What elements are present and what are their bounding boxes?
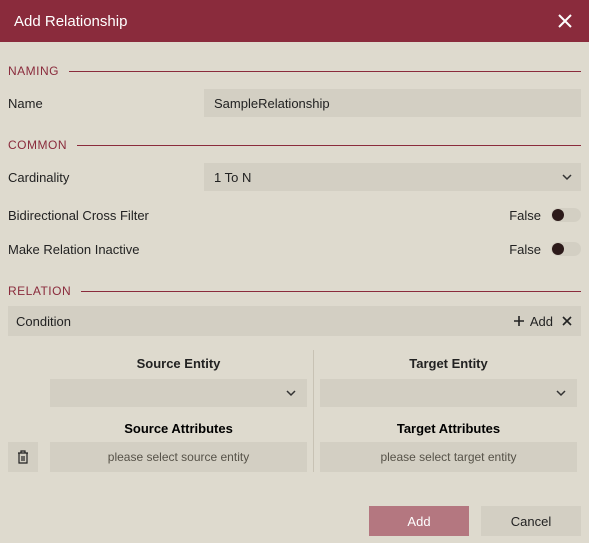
cardinality-select[interactable]: 1 To N	[204, 163, 581, 191]
target-attribute-placeholder[interactable]: please select target entity	[320, 442, 577, 472]
name-input[interactable]	[204, 89, 581, 117]
name-label: Name	[8, 96, 204, 111]
section-header-naming: NAMING	[8, 64, 581, 78]
row-cardinality: Cardinality 1 To N	[8, 160, 581, 194]
chevron-down-icon	[555, 387, 567, 399]
source-attribute-placeholder[interactable]: please select source entity	[50, 442, 307, 472]
row-bidirectional: Bidirectional Cross Filter False	[8, 198, 581, 232]
row-name: Name	[8, 86, 581, 120]
section-label: COMMON	[8, 138, 67, 152]
section-divider	[77, 145, 581, 146]
section-label: RELATION	[8, 284, 71, 298]
section-header-relation: RELATION	[8, 284, 581, 298]
inactive-state: False	[509, 242, 541, 257]
inactive-label: Make Relation Inactive	[8, 242, 509, 257]
column-divider	[313, 409, 314, 442]
target-attributes-header: Target Attributes	[316, 409, 581, 442]
condition-grid: Source Entity Target Entity Source Attri…	[8, 350, 581, 472]
condition-bar: Condition Add	[8, 306, 581, 336]
dialog-title: Add Relationship	[14, 13, 127, 30]
close-icon[interactable]	[555, 11, 575, 31]
cardinality-value: 1 To N	[214, 170, 251, 185]
target-entity-header: Target Entity	[316, 350, 581, 377]
close-icon	[561, 315, 573, 327]
source-attributes-header: Source Attributes	[46, 409, 311, 442]
section-header-common: COMMON	[8, 138, 581, 152]
source-entity-select[interactable]	[50, 379, 307, 407]
chevron-down-icon	[285, 387, 297, 399]
section-divider	[69, 71, 581, 72]
titlebar: Add Relationship	[0, 0, 589, 42]
condition-label: Condition	[16, 314, 512, 329]
remove-condition-button[interactable]	[561, 315, 573, 327]
plus-icon	[512, 314, 526, 328]
target-entity-select[interactable]	[320, 379, 577, 407]
add-button[interactable]: Add	[369, 506, 469, 536]
delete-row-button[interactable]	[8, 442, 38, 472]
add-condition-button[interactable]: Add	[512, 314, 553, 329]
section-label: NAMING	[8, 64, 59, 78]
bidirectional-state: False	[509, 208, 541, 223]
cardinality-label: Cardinality	[8, 170, 204, 185]
bidirectional-toggle[interactable]	[551, 208, 581, 222]
trash-icon	[16, 449, 30, 465]
dialog-footer: Add Cancel	[0, 499, 589, 543]
section-divider	[81, 291, 581, 292]
column-divider	[313, 442, 314, 472]
bidirectional-label: Bidirectional Cross Filter	[8, 208, 509, 223]
column-divider	[313, 377, 314, 409]
dialog-body: NAMING Name COMMON Cardinality 1 To N Bi…	[0, 42, 589, 472]
add-condition-label: Add	[530, 314, 553, 329]
row-inactive: Make Relation Inactive False	[8, 232, 581, 266]
source-entity-header: Source Entity	[46, 350, 311, 377]
cancel-button[interactable]: Cancel	[481, 506, 581, 536]
column-divider	[313, 350, 314, 377]
chevron-down-icon	[561, 171, 573, 183]
inactive-toggle[interactable]	[551, 242, 581, 256]
